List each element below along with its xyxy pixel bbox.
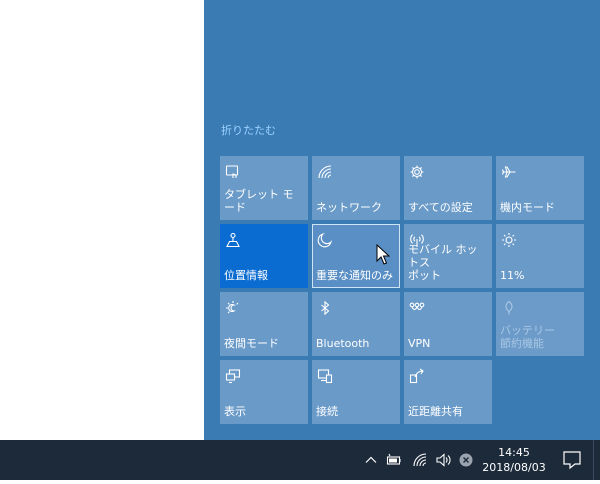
tile-brightness[interactable]: 11%: [496, 224, 584, 288]
clock[interactable]: 14:45 2018/08/03: [482, 445, 546, 475]
tablet-mode-icon: [225, 164, 241, 180]
tile-label: モバイル ホットス ポット: [408, 243, 478, 282]
project-icon: [225, 368, 241, 384]
volume-icon[interactable]: [435, 452, 451, 468]
tile-connect[interactable]: 接続: [312, 360, 400, 424]
clock-date: 2018/08/03: [482, 461, 546, 474]
tile-label: 11%: [500, 269, 525, 282]
action-center-button[interactable]: [552, 440, 592, 480]
tile-label: すべての設定: [408, 201, 473, 214]
tile-label: 接続: [316, 405, 338, 418]
tile-night-light[interactable]: 夜間モード: [220, 292, 308, 356]
tile-vpn[interactable]: VPN: [404, 292, 492, 356]
action-center-panel: 折りたたむ タブレット モード ネットワーク すべての設定 機内モード 位置情報…: [204, 0, 600, 440]
tile-mobile-hotspot[interactable]: モバイル ホットス ポット: [404, 224, 492, 288]
clock-time: 14:45: [498, 446, 530, 459]
notification-icon: [563, 451, 581, 470]
night-light-icon: [225, 300, 241, 316]
tile-airplane-mode[interactable]: 機内モード: [496, 156, 584, 220]
battery-saver-icon: [501, 300, 517, 316]
desktop-area: [0, 0, 204, 440]
tile-label: VPN: [408, 337, 431, 350]
tile-label: バッテリー 節約機能: [500, 324, 555, 350]
wifi-icon[interactable]: [412, 452, 428, 468]
taskbar: 14:45 2018/08/03: [0, 440, 600, 480]
vpn-icon: [409, 300, 425, 316]
battery-icon[interactable]: [386, 452, 402, 468]
brightness-icon: [501, 232, 517, 248]
tile-all-settings[interactable]: すべての設定: [404, 156, 492, 220]
tile-battery-saver[interactable]: バッテリー 節約機能: [496, 292, 584, 356]
tile-nearby-share[interactable]: 近距離共有: [404, 360, 492, 424]
location-icon: [225, 232, 241, 248]
airplane-icon: [501, 164, 517, 180]
settings-gear-icon: [409, 164, 425, 180]
show-desktop-button[interactable]: [593, 440, 600, 480]
tile-label: タブレット モード: [224, 188, 294, 214]
tile-tablet-mode[interactable]: タブレット モード: [220, 156, 308, 220]
tile-label: ネットワーク: [316, 201, 382, 214]
chevron-up-icon[interactable]: [363, 452, 379, 468]
tile-location[interactable]: 位置情報: [220, 224, 308, 288]
mouse-cursor-icon: [376, 243, 391, 266]
tile-network[interactable]: ネットワーク: [312, 156, 400, 220]
quick-actions-grid: タブレット モード ネットワーク すべての設定 機内モード 位置情報 重要な通知…: [220, 156, 584, 424]
tile-project[interactable]: 表示: [220, 360, 308, 424]
tile-label: 重要な通知のみ: [316, 269, 393, 282]
tile-label: 夜間モード: [224, 337, 279, 350]
nearby-share-icon: [409, 368, 425, 384]
collapse-link[interactable]: 折りたたむ: [221, 122, 276, 138]
tile-label: 位置情報: [224, 269, 268, 282]
cancel-icon[interactable]: [458, 452, 474, 468]
moon-icon: [317, 232, 333, 248]
tile-label: 近距離共有: [408, 405, 463, 418]
connect-icon: [317, 368, 333, 384]
tile-label: Bluetooth: [316, 337, 370, 350]
tile-label: 機内モード: [500, 201, 555, 214]
bluetooth-icon: [317, 300, 333, 316]
tile-bluetooth[interactable]: Bluetooth: [312, 292, 400, 356]
tile-label: 表示: [224, 405, 246, 418]
network-icon: [317, 164, 333, 180]
